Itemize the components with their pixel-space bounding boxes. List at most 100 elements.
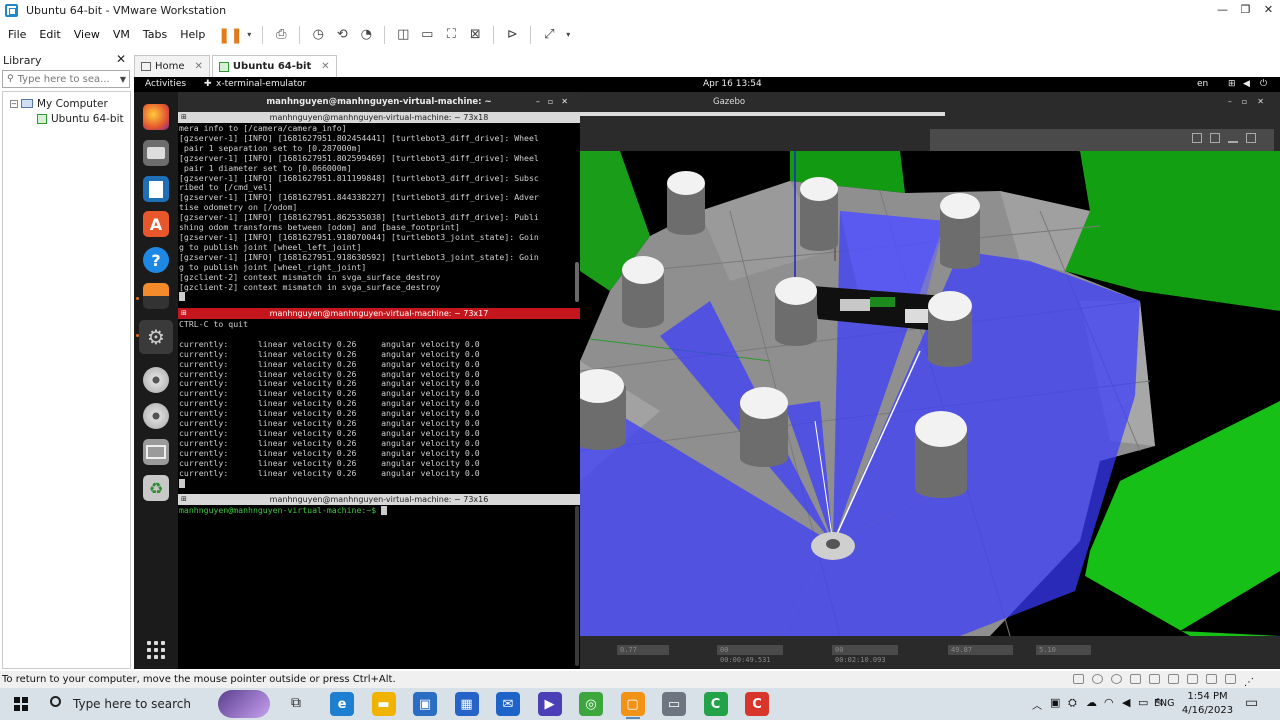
tree-item-my-computer[interactable]: − My Computer xyxy=(3,96,130,111)
tab-home[interactable]: Home ✕ xyxy=(134,55,210,77)
tab-close-icon[interactable]: ✕ xyxy=(321,61,329,72)
scrollbar[interactable] xyxy=(575,506,579,666)
video-icon[interactable] xyxy=(1246,133,1256,143)
windows-start-icon[interactable] xyxy=(14,697,28,711)
save-icon[interactable] xyxy=(1210,133,1220,143)
display-icon[interactable] xyxy=(1206,674,1217,684)
unity-icon[interactable]: ⊠ xyxy=(465,26,485,44)
clock[interactable]: Apr 16 13:54 xyxy=(703,79,762,89)
explorer-icon[interactable]: ▬ xyxy=(371,692,396,716)
show-library-icon[interactable]: ◫ xyxy=(393,26,413,44)
wifi-icon[interactable]: ◠ xyxy=(1104,696,1114,709)
terminal-window-header[interactable]: manhnguyen@manhnguyen-virtual-machine: ~… xyxy=(178,92,580,112)
tree-item-ubuntu[interactable]: Ubuntu 64-bit xyxy=(3,111,130,126)
help-icon[interactable]: ? xyxy=(143,247,169,273)
taskbar-clock[interactable]: 1:54 PM 4/16/2023 xyxy=(1180,690,1235,718)
gazebo-3d-viewport[interactable] xyxy=(580,151,1280,636)
menu-edit[interactable]: Edit xyxy=(34,28,65,41)
screenshot-icon[interactable] xyxy=(1192,133,1202,143)
stretch-dropdown-icon[interactable]: ▾ xyxy=(563,26,573,44)
message-icon[interactable] xyxy=(1225,674,1236,684)
tab-close-icon[interactable]: ✕ xyxy=(195,61,203,72)
tab-ubuntu[interactable]: Ubuntu 64-bit ✕ xyxy=(211,55,337,77)
snapshot-icon[interactable]: ◷ xyxy=(308,26,328,44)
sublime-icon[interactable] xyxy=(143,283,169,309)
gazebo-window[interactable]: Gazebo –▫✕ 0.77 00 00:00:49.531 00 00:02… xyxy=(580,92,1280,669)
drive-icon[interactable] xyxy=(143,439,169,465)
mail-icon[interactable]: ✉ xyxy=(496,692,520,716)
menu-vm[interactable]: VM xyxy=(108,28,135,41)
volume-icon[interactable]: ◀ xyxy=(1122,696,1130,709)
terminal-pane-1[interactable]: ⊞ manhnguyen@manhnguyen-virtual-machine:… xyxy=(178,112,580,304)
network-icon[interactable]: ⊞ xyxy=(1228,79,1236,89)
volume-icon[interactable]: ◀ xyxy=(1243,79,1250,89)
chevron-up-icon[interactable]: ︿ xyxy=(1032,697,1042,712)
app-gray-icon[interactable]: ▭ xyxy=(662,692,686,716)
battery-icon[interactable]: ▭ xyxy=(1138,696,1148,709)
media-icon[interactable]: ▶ xyxy=(537,692,562,716)
terminal-window-buttons[interactable]: –▫✕ xyxy=(536,92,576,112)
terminal-pane-3[interactable]: ⊞ manhnguyen@manhnguyen-virtual-machine:… xyxy=(178,494,580,669)
cd-icon[interactable] xyxy=(1092,674,1103,684)
trash-icon[interactable]: ♻ xyxy=(143,475,169,501)
notification-icon[interactable]: ▭ xyxy=(1245,695,1258,711)
pause-icon[interactable]: ❚❚ xyxy=(218,26,243,44)
app-green-2-icon[interactable]: C xyxy=(703,692,728,716)
network-adapter-icon[interactable] xyxy=(1130,674,1141,684)
guest-display[interactable]: Activities ✚ x-terminal-emulator Apr 16 … xyxy=(134,77,1280,669)
send-keys-icon[interactable]: ⎙ xyxy=(271,26,291,44)
gazebo-title-bar[interactable]: Gazebo –▫✕ xyxy=(580,92,1280,112)
input-language[interactable]: en xyxy=(1197,79,1208,89)
collapse-toggle-icon[interactable]: − xyxy=(10,99,18,108)
software-center-icon[interactable]: A xyxy=(143,211,169,237)
power-icon[interactable]: ⏻ xyxy=(1260,79,1267,89)
usb-icon[interactable] xyxy=(1149,674,1160,684)
hard-disk-icon[interactable] xyxy=(1073,674,1084,684)
menu-help[interactable]: Help xyxy=(175,28,210,41)
plot-icon[interactable] xyxy=(1228,133,1238,143)
console-icon[interactable]: ⊳ xyxy=(502,26,522,44)
writer-icon[interactable] xyxy=(143,176,169,202)
dvd-icon[interactable] xyxy=(143,367,169,393)
tray-app-icon[interactable]: ▣ xyxy=(1050,696,1060,709)
gazebo-window-buttons[interactable]: –▫✕ xyxy=(1228,92,1274,112)
show-apps-icon[interactable] xyxy=(147,641,165,659)
library-search-input[interactable]: ⚲ Type here to sea... ▼ xyxy=(2,70,130,88)
search-highlight-icon[interactable] xyxy=(218,690,270,718)
dvd-icon[interactable] xyxy=(143,403,169,429)
resize-grip-icon[interactable]: ⋰ xyxy=(1244,674,1255,688)
scrollbar[interactable] xyxy=(575,262,579,302)
settings-gear-icon[interactable]: ⚙ xyxy=(139,320,173,354)
app-red-icon[interactable]: C xyxy=(745,692,769,716)
terminal-pane-2[interactable]: ⊞ manhnguyen@manhnguyen-virtual-machine:… xyxy=(178,308,580,490)
menu-view[interactable]: View xyxy=(69,28,105,41)
thumbnail-icon[interactable]: ▭ xyxy=(417,26,437,44)
files-icon[interactable] xyxy=(143,140,169,166)
edge-icon[interactable]: e xyxy=(330,692,354,716)
snapshot-manager-icon[interactable]: ◔ xyxy=(356,26,376,44)
tray-app-icon[interactable]: ⛭ xyxy=(1068,696,1077,710)
menu-file[interactable]: File xyxy=(3,28,31,41)
menu-tabs[interactable]: Tabs xyxy=(138,28,172,41)
task-view-icon[interactable]: ⧉ xyxy=(291,695,301,711)
language-indicator[interactable]: ENG xyxy=(1154,698,1182,709)
stretch-icon[interactable]: ⤢ xyxy=(539,26,559,44)
maximize-button[interactable]: ❐ xyxy=(1234,0,1257,21)
revert-snapshot-icon[interactable]: ⟲ xyxy=(332,26,352,44)
printer-icon[interactable] xyxy=(1187,674,1198,684)
activities-button[interactable]: Activities xyxy=(145,79,186,89)
vmware-icon[interactable]: ▢ xyxy=(620,692,645,716)
photos-icon[interactable]: ▦ xyxy=(454,692,479,716)
minimize-button[interactable]: — xyxy=(1211,0,1234,21)
store-icon[interactable]: ▣ xyxy=(413,692,437,716)
chevron-down-icon[interactable]: ▼ xyxy=(120,75,126,84)
cloud-icon[interactable]: ☁ xyxy=(1086,696,1097,709)
library-close-icon[interactable]: ✕ xyxy=(116,52,126,66)
full-screen-icon[interactable]: ⛶ xyxy=(441,26,461,44)
active-app-label[interactable]: x-terminal-emulator xyxy=(216,79,306,89)
sound-icon[interactable] xyxy=(1168,674,1179,684)
pause-dropdown-icon[interactable]: ▾ xyxy=(244,26,254,44)
close-button[interactable]: ✕ xyxy=(1257,0,1280,21)
cd-icon[interactable] xyxy=(1111,674,1122,684)
app-green-icon[interactable]: ◎ xyxy=(579,692,603,716)
